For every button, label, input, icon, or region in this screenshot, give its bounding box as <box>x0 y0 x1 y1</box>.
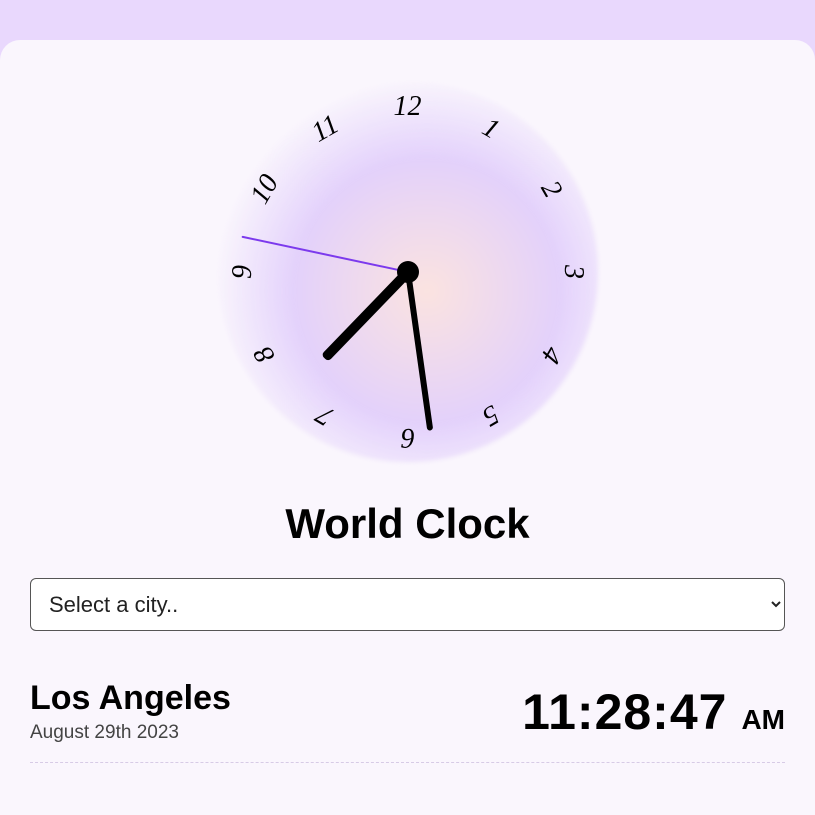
clock-numeral: 12 <box>394 91 422 123</box>
city-info: Los Angeles August 29th 2023 <box>30 679 231 744</box>
ampm-label: AM <box>741 704 785 736</box>
clock-numeral: 3 <box>557 265 589 279</box>
city-select-wrap: Select a city.. <box>30 578 785 631</box>
city-select[interactable]: Select a city.. <box>30 578 785 631</box>
analog-clock: 121234567891011 <box>218 82 598 462</box>
city-time-row: Los Angeles August 29th 2023 11:28:47 AM <box>30 679 785 763</box>
page-title: World Clock <box>285 500 529 548</box>
clock-card: 121234567891011 World Clock Select a cit… <box>0 40 815 815</box>
time-display: 11:28:47 AM <box>522 683 785 741</box>
city-date: August 29th 2023 <box>30 722 231 744</box>
clock-numeral: 9 <box>227 265 259 279</box>
clock-center-dot <box>397 261 419 283</box>
clock-numeral: 6 <box>401 421 415 453</box>
city-name: Los Angeles <box>30 679 231 718</box>
digital-time: 11:28:47 <box>522 683 727 741</box>
top-accent-bar <box>0 0 815 40</box>
